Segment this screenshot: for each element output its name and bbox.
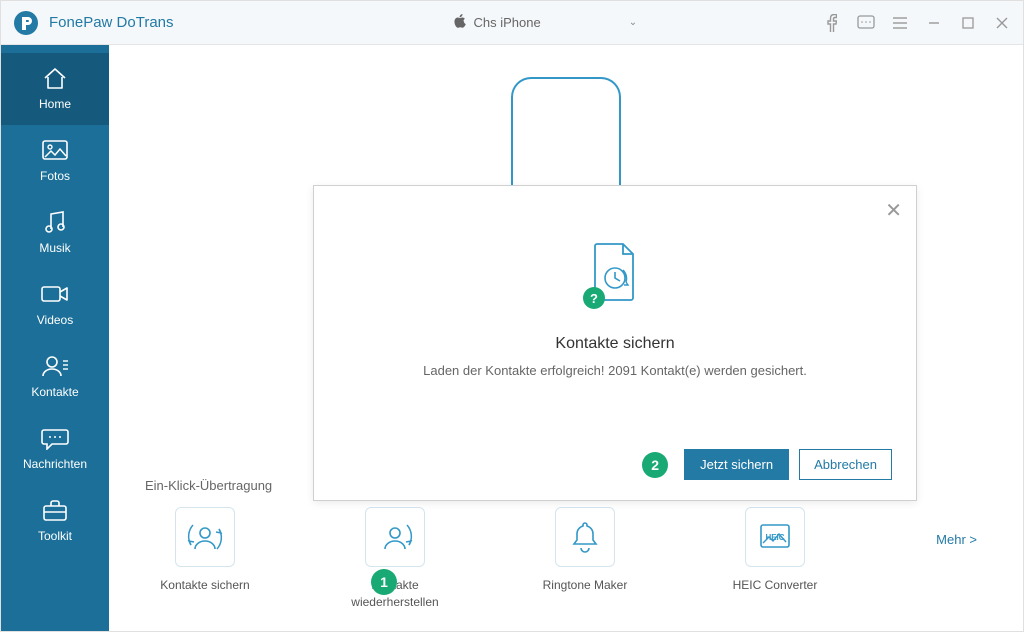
- grid-item-label: Kontakte sichern: [160, 577, 249, 594]
- titlebar: FonePaw DoTrans Chs iPhone ⌄: [1, 1, 1023, 45]
- apple-icon: [454, 14, 466, 31]
- question-badge-icon: ?: [583, 287, 605, 309]
- sidebar-item-videos[interactable]: Videos: [1, 269, 109, 341]
- restore-contacts-icon: [365, 507, 425, 567]
- sidebar-item-kontakte[interactable]: Kontakte: [1, 341, 109, 413]
- maximize-icon[interactable]: [959, 14, 977, 32]
- quick-actions-grid: Kontakte sichern Kontakte wiederherstell…: [145, 507, 987, 611]
- menu-icon[interactable]: [891, 14, 909, 32]
- modal-close-icon[interactable]: ✕: [885, 198, 902, 223]
- video-icon: [40, 281, 70, 307]
- photo-icon: [40, 137, 70, 163]
- modal-actions: 2 Jetzt sichern Abbrechen: [338, 449, 892, 480]
- sidebar-item-label: Musik: [39, 241, 70, 255]
- more-link[interactable]: Mehr >: [936, 532, 987, 587]
- feedback-icon[interactable]: [857, 14, 875, 32]
- sidebar-item-musik[interactable]: Musik: [1, 197, 109, 269]
- app-title: FonePaw DoTrans: [49, 14, 174, 31]
- sidebar-item-label: Fotos: [40, 169, 70, 183]
- annotation-step-2: 2: [642, 452, 668, 478]
- device-name: Chs iPhone: [474, 15, 541, 30]
- home-icon: [40, 65, 70, 91]
- backup-modal: ✕ ? Kontakte sichern Laden der Kontakte …: [313, 185, 917, 501]
- sidebar: Home Fotos Musik Videos: [1, 45, 109, 631]
- sidebar-item-nachrichten[interactable]: Nachrichten: [1, 413, 109, 485]
- grid-item-kontakte-wiederherstellen[interactable]: Kontakte wiederherstellen: [335, 507, 455, 611]
- sidebar-item-label: Videos: [37, 313, 73, 327]
- backup-now-button[interactable]: Jetzt sichern: [684, 449, 789, 480]
- grid-item-label: Ringtone Maker: [543, 577, 628, 594]
- sidebar-item-label: Nachrichten: [23, 457, 87, 471]
- sidebar-item-label: Kontakte: [31, 385, 78, 399]
- grid-item-kontakte-sichern[interactable]: Kontakte sichern: [145, 507, 265, 594]
- cancel-button[interactable]: Abbrechen: [799, 449, 892, 480]
- device-selector[interactable]: Chs iPhone ⌄: [454, 14, 638, 31]
- chevron-down-icon: ⌄: [629, 17, 637, 28]
- annotation-step-1: 1: [371, 569, 397, 595]
- sidebar-item-home[interactable]: Home: [1, 53, 109, 125]
- grid-item-heic-converter[interactable]: HEIC HEIC Converter: [715, 507, 835, 594]
- backup-contacts-icon: [175, 507, 235, 567]
- close-icon[interactable]: [993, 14, 1011, 32]
- main-content: Ein-Klick-Übertragung Kontakte sichern K…: [109, 45, 1023, 631]
- contacts-icon: [40, 353, 70, 379]
- sidebar-item-toolkit[interactable]: Toolkit: [1, 485, 109, 557]
- music-icon: [40, 209, 70, 235]
- grid-item-ringtone-maker[interactable]: Ringtone Maker: [525, 507, 645, 594]
- logo-icon: [13, 10, 39, 36]
- heic-icon: HEIC: [745, 507, 805, 567]
- modal-title: Kontakte sichern: [338, 335, 892, 353]
- grid-item-label: HEIC Converter: [733, 577, 818, 594]
- app-logo: FonePaw DoTrans: [13, 10, 174, 36]
- file-clock-icon: ?: [591, 242, 639, 307]
- minimize-icon[interactable]: [925, 14, 943, 32]
- ringtone-icon: [555, 507, 615, 567]
- sidebar-item-label: Toolkit: [38, 529, 72, 543]
- modal-description: Laden der Kontakte erfolgreich! 2091 Kon…: [338, 363, 892, 378]
- sidebar-item-fotos[interactable]: Fotos: [1, 125, 109, 197]
- sidebar-item-label: Home: [39, 97, 71, 111]
- toolkit-icon: [40, 497, 70, 523]
- modal-illustration: ?: [338, 242, 892, 307]
- messages-icon: [40, 425, 70, 451]
- facebook-icon[interactable]: [823, 14, 841, 32]
